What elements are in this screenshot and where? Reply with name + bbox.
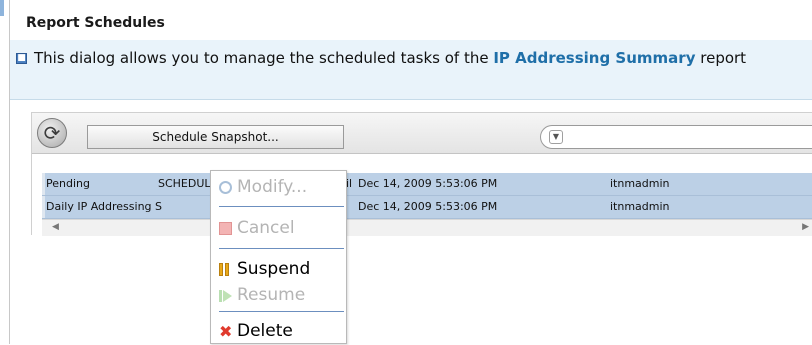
info-text: This dialog allows you to manage the sch… [34,48,804,68]
info-prefix: This dialog allows you to manage the sch… [34,49,494,67]
filter-combo[interactable]: ▼ [540,125,812,149]
menu-separator [219,248,344,249]
menu-label: Cancel [237,218,295,238]
delete-x-icon: ✖ [219,322,233,341]
menu-item-cancel[interactable]: Cancel [211,216,346,242]
play-icon [219,289,232,302]
info-message: ■ This dialog allows you to manage the s… [10,40,812,100]
table-row[interactable]: Daily IP Addressing S Dec 14, 2009 5:53:… [42,196,812,219]
left-border [0,0,10,344]
filter-input[interactable] [569,128,809,148]
row-context-menu: Modify... Cancel Suspend Resume ✖ Delete [210,170,347,344]
report-link[interactable]: IP Addressing Summary [493,49,695,67]
info-icon: ■ [16,53,27,64]
menu-separator [219,206,344,207]
table-row[interactable]: Pending SCHEDULE il Dec 14, 2009 5:53:06… [42,173,812,196]
row-gap [42,196,45,218]
schedule-rows: Pending SCHEDULE il Dec 14, 2009 5:53:06… [42,173,812,219]
dialog-title: Report Schedules [26,15,165,31]
menu-item-suspend[interactable]: Suspend [211,257,346,283]
scroll-right-icon[interactable]: ▶ [802,222,809,232]
menu-item-delete[interactable]: ✖ Delete [211,319,346,345]
row-owner: itnmadmin [610,200,670,213]
grid-toolbar: ⟳ Schedule Snapshot... ▼ [32,113,812,154]
refresh-icon: ⟳ [43,121,61,145]
row-date: Dec 14, 2009 5:53:06 PM [358,200,498,213]
info-suffix: report [695,49,747,67]
stop-icon [219,222,232,235]
menu-label: Suspend [237,259,311,279]
pause-icon [219,263,232,276]
scroll-left-icon[interactable]: ◀ [52,222,59,232]
menu-separator [219,311,344,312]
menu-label: Modify... [237,177,308,197]
menu-label: Resume [237,285,306,305]
row-gap [42,173,45,195]
chevron-down-icon[interactable]: ▼ [549,130,563,144]
schedules-grid: ⟳ Schedule Snapshot... ▼ Pending SCHEDUL… [31,112,812,236]
left-accent [0,0,4,16]
row-status: Pending [46,177,90,190]
clock-icon [219,181,232,194]
menu-item-resume[interactable]: Resume [211,283,346,309]
horizontal-scrollbar[interactable]: ◀ ▶ [42,219,812,236]
refresh-button[interactable]: ⟳ [37,118,67,148]
menu-item-modify[interactable]: Modify... [211,175,346,201]
row-date: Dec 14, 2009 5:53:06 PM [358,177,498,190]
menu-label: Delete [237,321,293,341]
schedule-snapshot-button[interactable]: Schedule Snapshot... [87,125,344,149]
row-owner: itnmadmin [610,177,670,190]
